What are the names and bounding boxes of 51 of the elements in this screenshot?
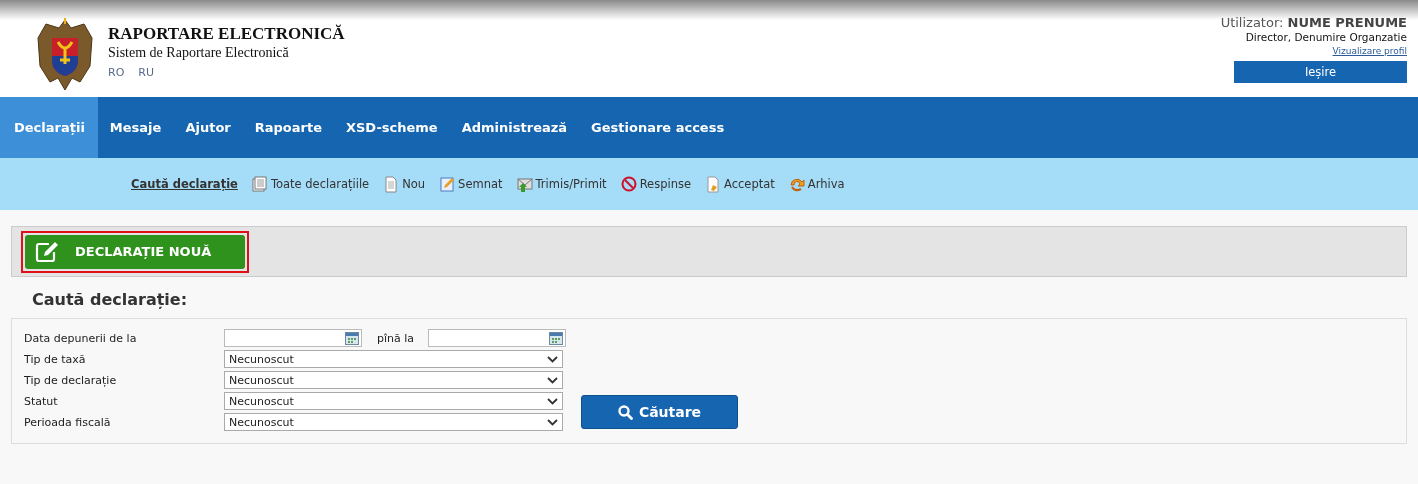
edit-icon — [35, 240, 61, 263]
nav-tab[interactable]: Rapoarte — [242, 97, 334, 158]
calendar-icon[interactable] — [549, 331, 563, 345]
field-label: Tip de taxă — [24, 352, 87, 366]
calendar-icon[interactable] — [345, 331, 359, 345]
envelope-icon — [516, 175, 533, 193]
date-field[interactable] — [428, 329, 566, 347]
language-link[interactable]: RU — [138, 66, 154, 79]
nav-tab[interactable]: Mesaje — [97, 97, 174, 158]
logout-button[interactable]: Ieșire — [1234, 61, 1407, 83]
field-label: Data depunerii de la — [24, 331, 138, 345]
user-name: Utilizator: NUME PRENUME — [1220, 15, 1407, 31]
field-label: pînă la — [376, 331, 416, 345]
pencil-document-icon — [439, 175, 456, 193]
date-field[interactable] — [224, 329, 362, 347]
sub-nav-link[interactable]: Respinse — [620, 175, 691, 193]
chevron-down-icon — [547, 376, 558, 384]
nav-tab[interactable]: Administrează — [449, 97, 580, 158]
document-icon — [383, 175, 400, 193]
profile-link[interactable]: Vizualizare profil — [1332, 44, 1407, 58]
sub-nav-link[interactable]: Acceptat — [705, 175, 775, 193]
document-icon — [705, 175, 721, 193]
sub-nav-link[interactable]: Arhiva — [788, 175, 845, 193]
nav-tab[interactable]: Gestionare access — [579, 97, 737, 158]
field-label: Perioada fiscală — [24, 415, 112, 429]
section-title: Caută declarație: — [32, 290, 188, 309]
dropdown[interactable]: Necunoscut — [224, 413, 563, 431]
sub-nav-link[interactable]: Trimis/Primit — [516, 175, 607, 193]
prohibited-icon — [620, 175, 637, 193]
chevron-down-icon — [547, 418, 558, 426]
dropdown[interactable]: Necunoscut — [224, 392, 563, 410]
field-label: Statut — [24, 394, 59, 408]
search-icon — [617, 404, 633, 420]
sub-nav-link[interactable]: Caută declarație — [131, 177, 238, 191]
dropdown[interactable]: Necunoscut — [224, 371, 563, 389]
field-label: Tip de declarație — [24, 373, 118, 387]
chevron-down-icon — [547, 397, 558, 405]
dropdown[interactable]: Necunoscut — [224, 350, 563, 368]
sub-nav-link[interactable]: Nou — [383, 175, 426, 193]
nav-tab[interactable]: XSD-scheme — [334, 97, 450, 158]
search-button[interactable]: Căutare — [581, 395, 738, 429]
nav-tab[interactable]: Ajutor — [173, 97, 243, 158]
app-title: RAPORTARE ELECTRONICĂ — [108, 24, 345, 44]
chevron-down-icon — [547, 355, 558, 363]
sub-nav-link[interactable]: Semnat — [439, 175, 503, 193]
language-link[interactable]: RO — [108, 66, 125, 79]
documents-icon — [251, 175, 268, 193]
user-role: Director, Denumire Organzatie — [1245, 31, 1407, 44]
app-subtitle: Sistem de Raportare Electronică — [108, 44, 290, 61]
new-declaration-button[interactable]: DECLARAȚIE NOUĂ — [25, 234, 245, 269]
sub-nav-link[interactable]: Toate declarațiile — [251, 175, 370, 193]
